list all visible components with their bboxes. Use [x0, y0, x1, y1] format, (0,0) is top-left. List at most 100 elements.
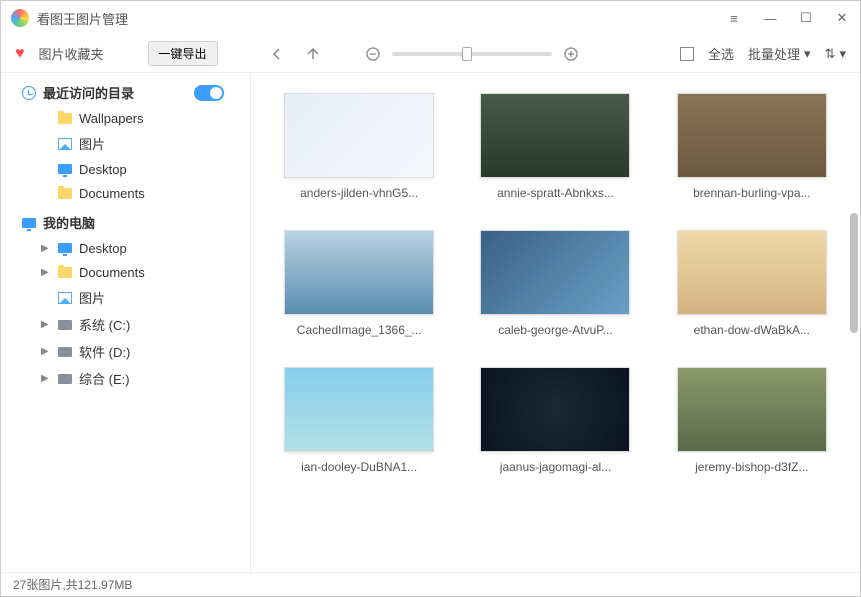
- thumbnail-image[interactable]: [677, 93, 827, 178]
- sidebar-item-documents2[interactable]: ▶ Documents: [1, 260, 250, 284]
- folder-icon: [57, 185, 73, 201]
- back-button[interactable]: [266, 46, 288, 62]
- thumbnail-image[interactable]: [677, 367, 827, 452]
- thumbnail-image[interactable]: [284, 367, 434, 452]
- thumbnail-item[interactable]: jaanus-jagomagi-al...: [477, 367, 633, 474]
- monitor-icon: [21, 215, 37, 231]
- thumbnail-label: annie-spratt-Abnkxs...: [497, 186, 614, 200]
- zoom-out-icon[interactable]: [362, 46, 384, 62]
- thumbnail-item[interactable]: ethan-dow-dWaBkA...: [674, 230, 830, 337]
- image-icon: [57, 290, 73, 306]
- thumbnail-image[interactable]: [480, 230, 630, 315]
- up-button[interactable]: [302, 46, 324, 62]
- expand-icon[interactable]: ▶: [41, 319, 51, 330]
- thumbnail-label: jeremy-bishop-d3fZ...: [695, 460, 808, 474]
- thumbnail-label: anders-jilden-vhnG5...: [300, 186, 418, 200]
- thumbnail-label: CachedImage_1366_...: [297, 323, 422, 337]
- menu-button[interactable]: ≡: [726, 10, 742, 26]
- tree-label: Wallpapers: [79, 111, 144, 126]
- thumbnail-item[interactable]: anders-jilden-vhnG5...: [281, 93, 437, 200]
- thumbnail-item[interactable]: CachedImage_1366_...: [281, 230, 437, 337]
- thumbnail-label: ian-dooley-DuBNA1...: [301, 460, 417, 474]
- disk-icon: [57, 371, 73, 387]
- chevron-down-icon: ▾: [804, 46, 811, 62]
- tree-label: 图片: [79, 288, 105, 307]
- thumbnail-label: brennan-burling-vpa...: [693, 186, 810, 200]
- monitor-icon: [57, 240, 73, 256]
- sidebar-item-documents[interactable]: Documents: [1, 181, 250, 205]
- tree-label: Documents: [79, 265, 145, 280]
- sidebar: 最近访问的目录 Wallpapers 图片 Desktop D: [1, 73, 251, 572]
- disk-icon: [57, 344, 73, 360]
- statusbar: 27张图片,共121.97MB: [1, 572, 860, 596]
- minimize-button[interactable]: —: [762, 10, 778, 26]
- thumbnail-image[interactable]: [677, 230, 827, 315]
- tree-label: 软件 (D:): [79, 342, 130, 361]
- thumbnail-image[interactable]: [284, 93, 434, 178]
- recent-label: 最近访问的目录: [43, 83, 134, 102]
- scrollbar-vertical[interactable]: [850, 213, 858, 333]
- clock-icon: [21, 85, 37, 101]
- sidebar-item-drive-c[interactable]: ▶ 系统 (C:): [1, 311, 250, 338]
- sidebar-item-pictures2[interactable]: 图片: [1, 284, 250, 311]
- sidebar-item-drive-d[interactable]: ▶ 软件 (D:): [1, 338, 250, 365]
- thumbnail-item[interactable]: jeremy-bishop-d3fZ...: [674, 367, 830, 474]
- sort-icon: ⇅: [825, 46, 836, 62]
- folder-icon: [57, 264, 73, 280]
- sidebar-item-wallpapers[interactable]: Wallpapers: [1, 106, 250, 130]
- computer-section[interactable]: 我的电脑: [1, 209, 250, 236]
- status-text: 27张图片,共121.97MB: [13, 576, 132, 593]
- batch-label: 批量处理: [748, 44, 800, 63]
- tree-label: 系统 (C:): [79, 315, 130, 334]
- tree-label: Desktop: [79, 241, 127, 256]
- expand-icon[interactable]: ▶: [41, 267, 51, 278]
- sidebar-item-drive-e[interactable]: ▶ 综合 (E:): [1, 365, 250, 392]
- zoom-in-icon[interactable]: [560, 46, 582, 62]
- close-button[interactable]: ✕: [834, 10, 850, 26]
- thumbnail-image[interactable]: [480, 367, 630, 452]
- monitor-icon: [57, 161, 73, 177]
- select-all-label[interactable]: 全选: [708, 44, 734, 63]
- recent-toggle[interactable]: [194, 85, 224, 101]
- expand-icon[interactable]: ▶: [41, 373, 51, 384]
- thumbnail-grid: anders-jilden-vhnG5... annie-spratt-Abnkx…: [251, 73, 860, 572]
- toolbar: ♥ 图片收藏夹 一键导出 全选 批量处理 ▾ ⇅ ▾: [1, 35, 860, 73]
- computer-label: 我的电脑: [43, 213, 95, 232]
- thumbnail-item[interactable]: brennan-burling-vpa...: [674, 93, 830, 200]
- chevron-down-icon: ▾: [839, 46, 846, 62]
- sort-dropdown[interactable]: ⇅ ▾: [825, 46, 846, 62]
- sidebar-item-desktop2[interactable]: ▶ Desktop: [1, 236, 250, 260]
- maximize-button[interactable]: ☐: [798, 10, 814, 26]
- tree-label: Documents: [79, 186, 145, 201]
- heart-icon: ♥: [15, 45, 25, 63]
- recent-section[interactable]: 最近访问的目录: [1, 79, 250, 106]
- thumbnail-item[interactable]: ian-dooley-DuBNA1...: [281, 367, 437, 474]
- app-icon: [11, 9, 29, 27]
- tree-label: Desktop: [79, 162, 127, 177]
- zoom-slider[interactable]: [362, 46, 582, 62]
- thumbnail-label: jaanus-jagomagi-al...: [500, 460, 611, 474]
- window-title: 看图王图片管理: [37, 9, 128, 28]
- thumbnail-image[interactable]: [480, 93, 630, 178]
- disk-icon: [57, 317, 73, 333]
- folder-icon: [57, 110, 73, 126]
- thumbnail-image[interactable]: [284, 230, 434, 315]
- sidebar-item-pictures[interactable]: 图片: [1, 130, 250, 157]
- expand-icon[interactable]: ▶: [41, 243, 51, 254]
- titlebar: 看图王图片管理 ≡ — ☐ ✕: [1, 1, 860, 35]
- thumbnail-label: caleb-george-AtvuP...: [498, 323, 613, 337]
- tree-label: 图片: [79, 134, 105, 153]
- export-button[interactable]: 一键导出: [148, 41, 218, 66]
- batch-dropdown[interactable]: 批量处理 ▾: [748, 44, 811, 63]
- thumbnail-item[interactable]: annie-spratt-Abnkxs...: [477, 93, 633, 200]
- thumbnail-label: ethan-dow-dWaBkA...: [694, 323, 810, 337]
- select-all-checkbox[interactable]: [680, 47, 694, 61]
- sidebar-item-desktop[interactable]: Desktop: [1, 157, 250, 181]
- favorites-label[interactable]: 图片收藏夹: [39, 44, 104, 63]
- thumbnail-item[interactable]: caleb-george-AtvuP...: [477, 230, 633, 337]
- tree-label: 综合 (E:): [79, 369, 130, 388]
- slider-thumb[interactable]: [462, 47, 472, 61]
- image-icon: [57, 136, 73, 152]
- expand-icon[interactable]: ▶: [41, 346, 51, 357]
- slider-track[interactable]: [392, 52, 552, 56]
